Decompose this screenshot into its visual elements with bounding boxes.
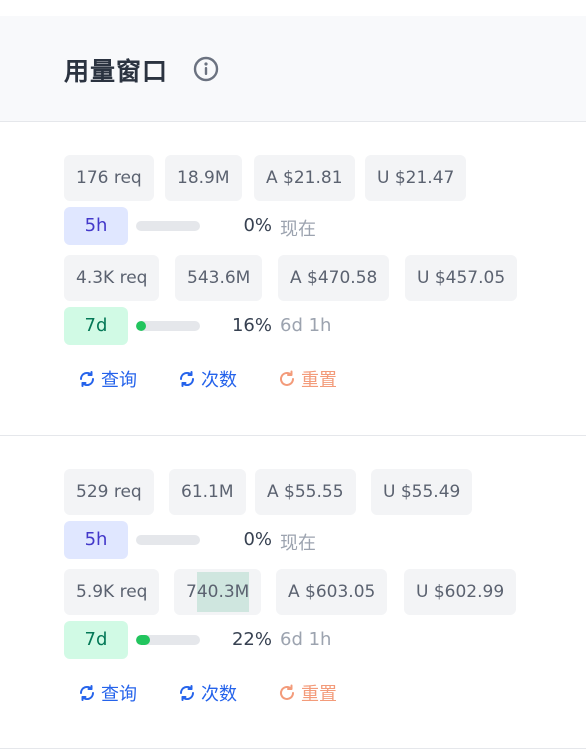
reset-label: 重置 [301,370,337,391]
reset-time-text: 现在 [280,533,316,554]
header: 用量窗口 [0,16,586,122]
reset-time-text: 6d 1h [280,315,332,336]
requests-chip: 176 req [64,155,154,201]
refresh-icon [179,685,195,701]
rotate-icon [280,684,294,700]
progress-bar-5h [136,221,200,231]
window-5h-badge: 5h [64,521,128,559]
reset-time-text: 现在 [280,219,316,240]
cost-a-chip: A $55.55 [255,469,356,515]
reset-label: 重置 [301,684,337,705]
tokens-chip: 18.9M [165,155,242,201]
count-label: 次数 [201,370,237,391]
divider [0,748,586,749]
refresh-icon [79,685,95,701]
progress-bar-5h [136,535,200,545]
query-label: 查询 [101,370,137,391]
tokens-chip: 740.3M [174,569,262,615]
cost-u-chip: U $457.05 [405,255,518,301]
query-label: 查询 [101,684,137,705]
window-7d-badge: 7d [64,621,128,659]
tokens-chip: 543.6M [175,255,263,301]
percent-text: 0% [243,215,272,236]
refresh-icon [79,371,95,387]
cost-a-chip: A $470.58 [278,255,390,301]
tokens-highlight: 40.3M [196,572,250,612]
cost-u-chip: U $602.99 [404,569,517,615]
percent-text: 0% [243,529,272,550]
window-5h-badge: 5h [64,207,128,245]
reset-button[interactable]: 重置 [278,366,337,392]
refresh-icon [179,371,195,387]
progress-bar-7d [136,635,200,645]
progress-fill [136,635,151,645]
cost-a-chip: A $21.81 [254,155,355,201]
query-button[interactable]: 查询 [78,366,137,392]
count-button[interactable]: 次数 [178,680,237,706]
cost-u-chip: U $21.47 [365,155,467,201]
tokens-prefix: 7 [186,582,197,602]
window-7d-badge: 7d [64,307,128,345]
tokens-chip: 61.1M [169,469,246,515]
percent-text: 16% [231,315,272,336]
count-label: 次数 [201,684,237,705]
cost-u-chip: U $55.49 [371,469,473,515]
rotate-icon [280,370,294,386]
requests-chip: 529 req [64,469,154,515]
info-circle-icon[interactable] [193,56,219,82]
divider [0,435,586,436]
reset-time-text: 6d 1h [280,629,332,650]
progress-bar-7d [136,321,200,331]
query-button[interactable]: 查询 [78,680,137,706]
reset-button[interactable]: 重置 [278,680,337,706]
progress-fill [136,321,147,331]
requests-chip: 4.3K req [64,255,160,301]
page-title: 用量窗口 [64,57,169,86]
cost-a-chip: A $603.05 [276,569,388,615]
percent-text: 22% [231,629,272,650]
requests-chip: 5.9K req [64,569,160,615]
count-button[interactable]: 次数 [178,366,237,392]
